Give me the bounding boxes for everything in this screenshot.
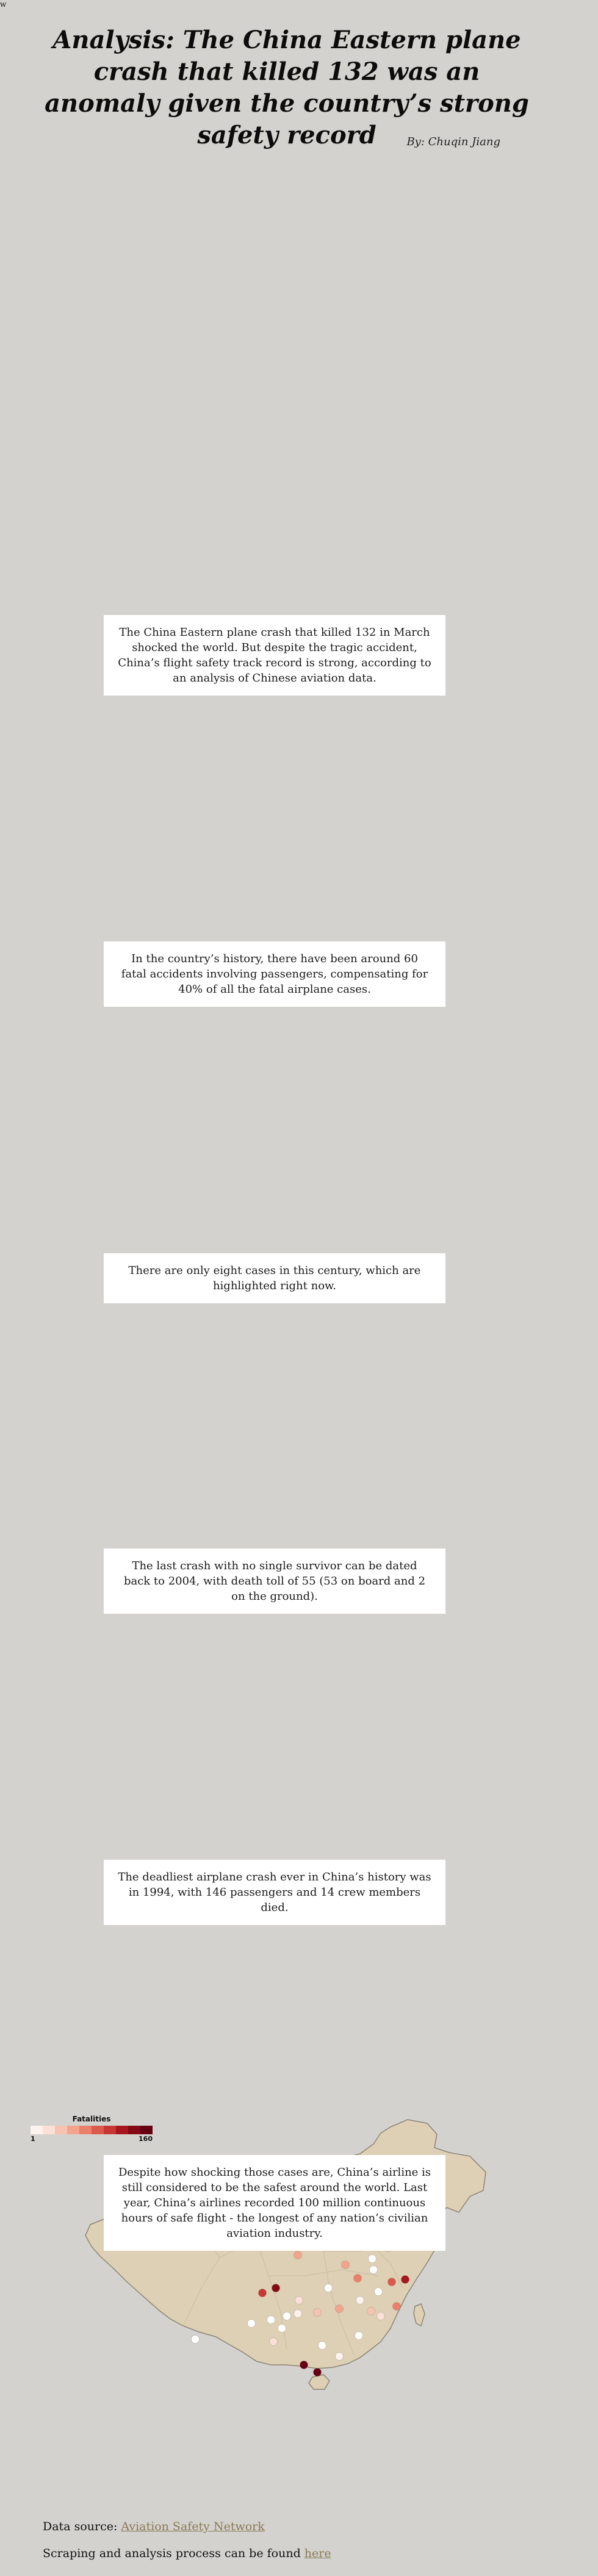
crash-site-marker[interactable] bbox=[191, 2335, 200, 2344]
crash-site-marker[interactable] bbox=[353, 2274, 362, 2283]
crash-site-marker[interactable] bbox=[387, 2278, 396, 2286]
story-card-2: In the country’s history, there have bee… bbox=[104, 941, 445, 1007]
hainan-island bbox=[308, 2374, 330, 2390]
crash-site-marker[interactable] bbox=[324, 2284, 333, 2292]
legend-swatch bbox=[116, 2126, 128, 2134]
data-source-prefix: Data source: bbox=[43, 2520, 121, 2533]
crash-site-marker[interactable] bbox=[369, 2265, 378, 2274]
story-card-3: There are only eight cases in this centu… bbox=[104, 1253, 445, 1303]
crash-site-marker[interactable] bbox=[295, 2296, 303, 2304]
legend-swatch bbox=[140, 2126, 153, 2134]
story-card-text: In the country’s history, there have bee… bbox=[121, 952, 428, 996]
story-card-6: Despite how shocking those cases are, Ch… bbox=[104, 2155, 445, 2251]
crash-site-marker[interactable] bbox=[335, 2352, 344, 2361]
crash-site-marker[interactable] bbox=[247, 2319, 256, 2328]
page-title: Analysis: The China Eastern plane crash … bbox=[45, 26, 529, 149]
crash-site-marker[interactable] bbox=[355, 2331, 363, 2340]
crash-site-marker[interactable] bbox=[278, 2324, 286, 2333]
crash-site-marker[interactable] bbox=[272, 2284, 280, 2292]
crash-site-marker[interactable] bbox=[374, 2287, 383, 2296]
fatalities-legend: Fatalities 1 160 bbox=[31, 2115, 153, 2143]
process-line: Scraping and analysis process can be fou… bbox=[43, 2547, 331, 2560]
story-card-text: There are only eight cases in this centu… bbox=[128, 1264, 421, 1292]
crash-site-marker[interactable] bbox=[269, 2337, 278, 2346]
legend-max-label: 160 bbox=[139, 2135, 153, 2143]
crash-site-marker[interactable] bbox=[258, 2289, 267, 2297]
legend-swatch bbox=[104, 2126, 116, 2134]
crash-site-marker[interactable] bbox=[335, 2304, 344, 2313]
legend-min-label: 1 bbox=[31, 2135, 35, 2143]
corner-mark: w bbox=[0, 0, 7, 9]
legend-swatch bbox=[128, 2126, 140, 2134]
byline: By: Chuqin Jiang bbox=[406, 135, 500, 148]
crash-site-marker[interactable] bbox=[313, 2308, 322, 2317]
legend-swatch bbox=[92, 2126, 104, 2134]
crash-site-marker[interactable] bbox=[368, 2254, 376, 2263]
crash-site-marker[interactable] bbox=[392, 2302, 401, 2311]
crash-site-marker[interactable] bbox=[267, 2315, 275, 2324]
crash-site-marker[interactable] bbox=[300, 2361, 308, 2369]
story-card-5: The deadliest airplane crash ever in Chi… bbox=[104, 1860, 445, 1925]
legend-title: Fatalities bbox=[72, 2115, 111, 2123]
crash-site-marker[interactable] bbox=[294, 2309, 302, 2318]
crash-site-marker[interactable] bbox=[283, 2312, 291, 2320]
crash-site-marker[interactable] bbox=[401, 2275, 409, 2284]
crash-site-marker[interactable] bbox=[367, 2307, 375, 2315]
story-card-text: Despite how shocking those cases are, Ch… bbox=[118, 2166, 431, 2240]
story-card-1: The China Eastern plane crash that kille… bbox=[104, 615, 445, 696]
data-source-link[interactable]: Aviation Safety Network bbox=[121, 2520, 264, 2533]
crash-site-marker[interactable] bbox=[313, 2368, 322, 2376]
story-card-4: The last crash with no single survivor c… bbox=[104, 1549, 445, 1614]
legend-swatch bbox=[79, 2126, 92, 2134]
crash-site-marker[interactable] bbox=[294, 2251, 302, 2259]
story-card-text: The deadliest airplane crash ever in Chi… bbox=[118, 1871, 431, 1914]
story-card-text: The China Eastern plane crash that kille… bbox=[118, 626, 431, 685]
data-source-line: Data source: Aviation Safety Network bbox=[43, 2520, 265, 2533]
story-card-text: The last crash with no single survivor c… bbox=[123, 1560, 426, 1603]
crash-site-marker[interactable] bbox=[341, 2261, 350, 2269]
legend-swatch bbox=[43, 2126, 55, 2134]
process-prefix: Scraping and analysis process can be fou… bbox=[43, 2547, 304, 2560]
process-link[interactable]: here bbox=[304, 2547, 331, 2560]
taiwan-island bbox=[413, 2303, 425, 2327]
crash-site-marker[interactable] bbox=[356, 2296, 364, 2304]
legend-swatch bbox=[31, 2126, 43, 2134]
crash-site-marker[interactable] bbox=[318, 2341, 326, 2350]
legend-ticks: 1 160 bbox=[31, 2134, 153, 2143]
legend-color-scale bbox=[31, 2126, 153, 2134]
legend-swatch bbox=[67, 2126, 79, 2134]
legend-swatch bbox=[55, 2126, 67, 2134]
crash-site-marker[interactable] bbox=[376, 2312, 385, 2320]
